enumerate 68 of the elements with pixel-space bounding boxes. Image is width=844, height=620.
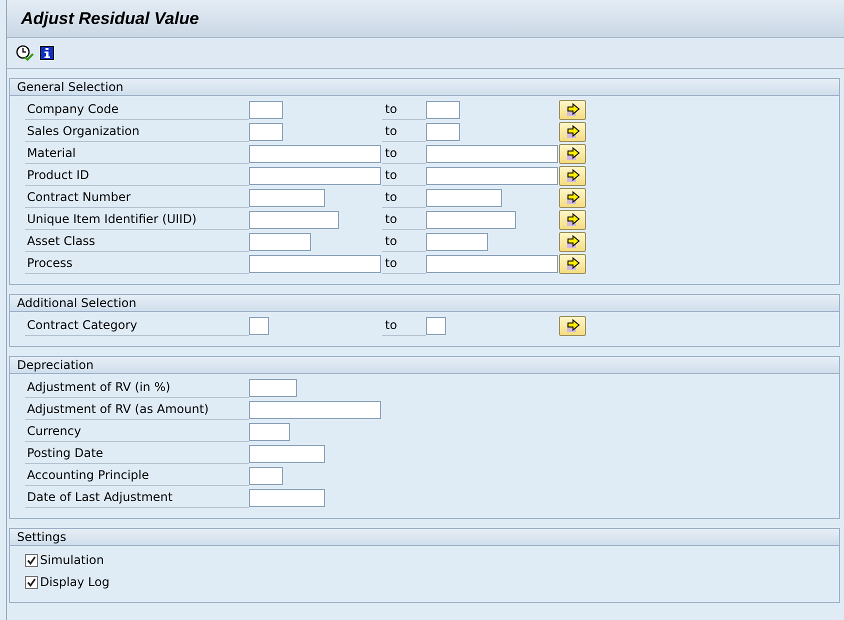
- multiple-selection-button[interactable]: [559, 188, 586, 208]
- field-label: Posting Date: [25, 444, 249, 464]
- window-title: Adjust Residual Value: [21, 8, 199, 28]
- section-title: Additional Selection: [10, 295, 839, 312]
- field-label: Unique Item Identifier (UIID): [25, 210, 249, 230]
- input-field[interactable]: [426, 189, 502, 207]
- multiple-selection-button[interactable]: [559, 122, 586, 142]
- arrow-icon: [566, 103, 580, 117]
- field-label: Date of Last Adjustment: [25, 488, 249, 508]
- input-field[interactable]: [249, 255, 381, 273]
- execute-clock-icon[interactable]: [16, 45, 34, 61]
- section-title: Settings: [10, 529, 839, 546]
- input-field[interactable]: [426, 317, 446, 335]
- input-field[interactable]: [249, 445, 325, 463]
- field-label: Sales Organization: [25, 122, 249, 142]
- field-label: Accounting Principle: [25, 466, 249, 486]
- arrow-icon: [566, 235, 580, 249]
- checkbox[interactable]: [25, 576, 38, 588]
- input-field[interactable]: [426, 233, 488, 251]
- field-label: Process: [25, 254, 249, 274]
- multiple-selection-button[interactable]: [559, 232, 586, 252]
- arrow-icon: [566, 169, 580, 183]
- field-label: Product ID: [25, 166, 249, 186]
- arrow-icon: [566, 257, 580, 271]
- input-field[interactable]: [426, 123, 460, 141]
- info-icon[interactable]: [40, 46, 54, 60]
- input-field[interactable]: [249, 189, 325, 207]
- checkbox-label: Display Log: [40, 575, 110, 589]
- input-field[interactable]: [249, 401, 381, 419]
- input-field[interactable]: [426, 101, 460, 119]
- input-field[interactable]: [249, 101, 283, 119]
- arrow-icon: [566, 191, 580, 205]
- section-title: Depreciation: [10, 357, 839, 374]
- multiple-selection-button[interactable]: [559, 316, 586, 336]
- checkbox[interactable]: [25, 554, 38, 566]
- input-field[interactable]: [249, 467, 283, 485]
- multiple-selection-button[interactable]: [559, 210, 586, 230]
- input-field[interactable]: [249, 379, 297, 397]
- input-field[interactable]: [426, 255, 558, 273]
- multiple-selection-button[interactable]: [559, 166, 586, 186]
- multiple-selection-button[interactable]: [559, 254, 586, 274]
- arrow-icon: [566, 319, 580, 333]
- field-label: Asset Class: [25, 232, 249, 252]
- input-field[interactable]: [426, 211, 516, 229]
- input-field[interactable]: [426, 145, 558, 163]
- arrow-icon: [566, 213, 580, 227]
- section-title: General Selection: [10, 79, 839, 96]
- checkbox-label: Simulation: [40, 553, 104, 567]
- input-field[interactable]: [249, 145, 381, 163]
- field-label: Contract Number: [25, 188, 249, 208]
- input-field[interactable]: [249, 167, 381, 185]
- arrow-icon: [566, 147, 580, 161]
- multiple-selection-button[interactable]: [559, 144, 586, 164]
- input-field[interactable]: [249, 211, 339, 229]
- input-field[interactable]: [249, 423, 290, 441]
- input-field[interactable]: [249, 123, 283, 141]
- field-label: Company Code: [25, 100, 249, 120]
- field-label: Adjustment of RV (in %): [25, 378, 249, 398]
- input-field[interactable]: [249, 233, 311, 251]
- input-field[interactable]: [249, 489, 325, 507]
- field-label: Adjustment of RV (as Amount): [25, 400, 249, 420]
- field-label: Currency: [25, 422, 249, 442]
- field-label: Contract Category: [25, 316, 249, 336]
- field-label: Material: [25, 144, 249, 164]
- input-field[interactable]: [249, 317, 269, 335]
- input-field[interactable]: [426, 167, 558, 185]
- arrow-icon: [566, 125, 580, 139]
- multiple-selection-button[interactable]: [559, 100, 586, 120]
